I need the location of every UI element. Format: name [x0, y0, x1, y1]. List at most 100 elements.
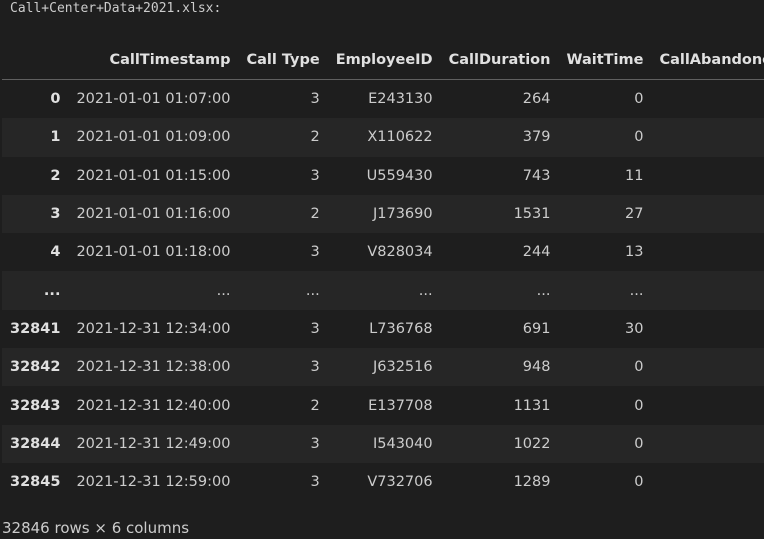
table-row: 32843 2021-12-31 12:40:00 2 E137708 1131 00	[2, 386, 764, 425]
table-cell: 1022	[513, 435, 551, 452]
table-row: 32841 2021-12-31 12:34:00 3 L736768 691 30 0	[2, 309, 764, 349]
table-cell: 2021-01-01 01:09:00	[76, 129, 231, 146]
table-cell: 0	[651, 425, 764, 463]
table-cell: 0	[634, 474, 644, 491]
table-cell: 0	[634, 91, 644, 108]
table-cell: 0	[634, 397, 644, 414]
table-cell: 30	[624, 320, 644, 337]
column-header: CallAbandoned	[651, 41, 764, 80]
row-index: 0	[50, 91, 61, 108]
table-cell: 2021-01-01 01:07:00	[76, 91, 231, 108]
table-cell: U559430	[366, 167, 433, 184]
row-index: 3	[50, 206, 61, 223]
table-cell: 0	[651, 80, 764, 119]
table-cell: 0	[634, 435, 644, 452]
table-cell: 3	[310, 359, 320, 376]
table-cell: ...	[629, 282, 644, 299]
table-cell: E137708	[368, 397, 433, 414]
table-cell: 2021-12-31 12:59:00	[76, 474, 231, 491]
table-cell: 13	[624, 244, 644, 261]
table-cell: ...	[651, 271, 764, 309]
table-cell: 0	[651, 386, 764, 424]
column-header: CallDuration	[440, 41, 559, 80]
table-cell: ...	[305, 282, 320, 299]
table-cell: 27	[624, 206, 644, 223]
column-header: WaitTime	[558, 41, 652, 80]
table-cell: J173690	[372, 206, 433, 223]
table-cell: ...	[418, 282, 433, 299]
dataframe-header: CallTimestamp Call Type EmployeeID CallD…	[2, 41, 764, 80]
column-header: CallTimestamp	[68, 41, 239, 80]
row-index: 32844	[10, 435, 61, 452]
table-row: 3 2021-01-01 01:16:00 2 J173690 1531 27 0	[2, 194, 764, 234]
row-index: ...	[43, 282, 61, 299]
row-index: 32845	[10, 474, 61, 491]
table-cell: ...	[216, 282, 231, 299]
table-cell: I543040	[372, 435, 433, 452]
row-index: 32841	[10, 320, 61, 337]
table-cell: 3	[310, 435, 320, 452]
table-cell: 1131	[513, 397, 551, 414]
index-header	[2, 41, 69, 80]
row-index: 1	[50, 129, 61, 146]
table-cell: 379	[522, 129, 551, 146]
table-cell: V828034	[367, 244, 433, 261]
row-index: 32842	[10, 359, 61, 376]
table-cell: 2	[310, 129, 320, 146]
table-cell: 0	[634, 359, 644, 376]
output-source-label: Call+Center+Data+2021.xlsx:	[10, 1, 222, 16]
row-index: 4	[50, 244, 61, 261]
table-row: 32845 2021-12-31 12:59:00 3 V732706 1289 00	[2, 462, 764, 502]
table-cell: 2	[310, 206, 320, 223]
table-cell: 0	[651, 233, 764, 271]
table-cell: 2021-01-01 01:18:00	[76, 244, 231, 261]
table-row: 2 2021-01-01 01:15:00 3 U559430 743 11 0	[2, 156, 764, 195]
table-row: 32844 2021-12-31 12:49:00 3 I543040 1022 00	[2, 424, 764, 463]
dataframe-shape-summary: 32846 rows × 6 columns	[2, 519, 190, 537]
table-row: 4 2021-01-01 01:18:00 3 V828034 244 13 0	[2, 233, 764, 272]
column-header: EmployeeID	[327, 41, 441, 80]
table-cell: 2	[310, 397, 320, 414]
table-cell: 691	[522, 320, 551, 337]
table-cell: 1531	[513, 206, 551, 223]
table-cell: 0	[651, 118, 764, 156]
table-cell: 948	[522, 359, 551, 376]
table-cell: 3	[310, 474, 320, 491]
table-cell: 0	[651, 348, 764, 386]
table-cell: 0	[651, 463, 764, 501]
table-row: 32842 2021-12-31 12:38:00 3 J632516 948 00	[2, 348, 764, 387]
row-index: 2	[50, 167, 61, 184]
table-cell: 0	[634, 129, 644, 146]
table-cell: 2021-01-01 01:15:00	[76, 167, 231, 184]
table-cell: 3	[310, 91, 320, 108]
table-cell: 3	[310, 167, 320, 184]
table-cell: 2021-12-31 12:40:00	[76, 397, 231, 414]
table-cell: 2021-12-31 12:49:00	[76, 435, 231, 452]
dataframe-table: CallTimestamp Call Type EmployeeID CallD…	[2, 41, 764, 502]
table-cell: 2021-12-31 12:38:00	[76, 359, 231, 376]
table-cell: 1289	[513, 474, 551, 491]
row-index: 32843	[10, 397, 61, 414]
table-cell: ...	[536, 282, 551, 299]
table-cell: V732706	[367, 474, 433, 491]
dataframe-body: 02021-01-01 01:07:003E2431302640012021-0…	[2, 79, 764, 502]
table-row: .....................	[2, 271, 764, 310]
table-cell: E243130	[368, 91, 433, 108]
table-cell: 0	[651, 310, 764, 348]
column-header: Call Type	[238, 41, 328, 80]
table-cell: 11	[624, 167, 644, 184]
header-row: CallTimestamp Call Type EmployeeID CallD…	[2, 41, 764, 80]
table-row: 1 2021-01-01 01:09:00 2 X110622 379 00	[2, 118, 764, 157]
table-cell: 3	[310, 320, 320, 337]
table-cell: 0	[651, 157, 764, 195]
table-cell: J632516	[372, 359, 433, 376]
table-cell: X110622	[367, 129, 433, 146]
table-cell: L736768	[369, 320, 433, 337]
table-cell: 743	[522, 167, 551, 184]
table-cell: 0	[651, 195, 764, 233]
table-cell: 2021-01-01 01:16:00	[76, 206, 231, 223]
table-cell: 264	[522, 91, 551, 108]
table-cell: 2021-12-31 12:34:00	[76, 320, 231, 337]
table-cell: 3	[310, 244, 320, 261]
table-row: 02021-01-01 01:07:003E24313026400	[2, 79, 764, 119]
